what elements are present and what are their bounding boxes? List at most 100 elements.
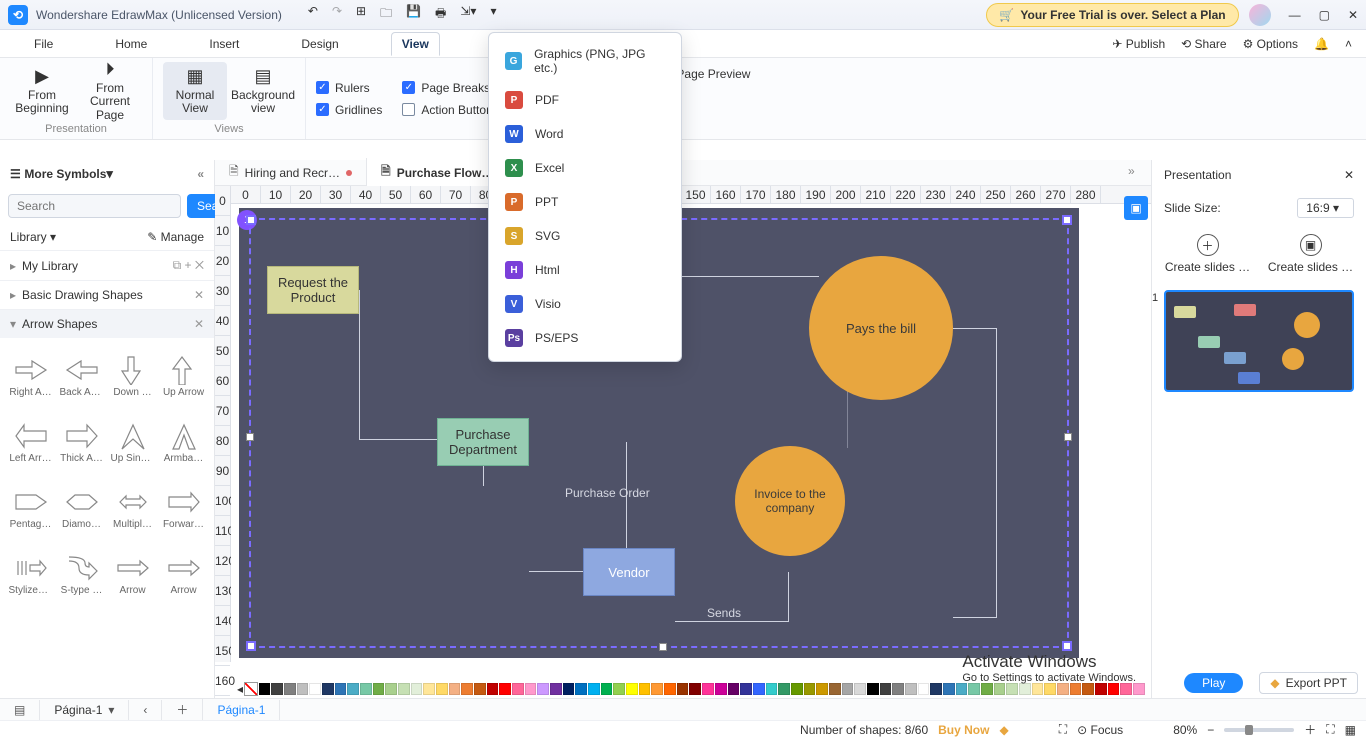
- shape-item[interactable]: Down …: [108, 344, 157, 408]
- minimize-button[interactable]: —: [1289, 8, 1301, 22]
- library-dropdown[interactable]: Library ▾: [10, 230, 56, 244]
- color-swatch[interactable]: [1120, 683, 1132, 695]
- trial-banner[interactable]: 🛒 Your Free Trial is over. Select a Plan: [986, 3, 1238, 27]
- fullscreen-icon[interactable]: ⛶: [1326, 722, 1334, 737]
- zoom-in-button[interactable]: ＋: [1304, 721, 1316, 738]
- shape-item[interactable]: Up Sing…: [108, 410, 157, 474]
- export-option[interactable]: PPPT: [489, 185, 681, 219]
- color-swatch[interactable]: [1032, 683, 1044, 695]
- color-swatch[interactable]: [651, 683, 663, 695]
- color-swatch[interactable]: [423, 683, 435, 695]
- export-option[interactable]: GGraphics (PNG, JPG etc.): [489, 39, 681, 83]
- action-buttons-checkbox[interactable]: Action Buttons: [402, 103, 498, 117]
- color-swatch[interactable]: [626, 683, 638, 695]
- color-swatch[interactable]: [499, 683, 511, 695]
- shape-item[interactable]: Arrow: [108, 542, 157, 606]
- color-swatch[interactable]: [702, 683, 714, 695]
- export-option[interactable]: VVisio: [489, 287, 681, 321]
- shape-item[interactable]: Right A…: [6, 344, 55, 408]
- color-swatch[interactable]: [563, 683, 575, 695]
- connector[interactable]: [659, 276, 819, 277]
- color-swatch[interactable]: [1082, 683, 1094, 695]
- color-swatch[interactable]: [854, 683, 866, 695]
- color-swatch[interactable]: [271, 683, 283, 695]
- color-swatch[interactable]: [588, 683, 600, 695]
- color-swatch[interactable]: [664, 683, 676, 695]
- shape-item[interactable]: Back Arr…: [57, 344, 106, 408]
- tab-design[interactable]: Design: [291, 33, 348, 55]
- page-tab-1[interactable]: Página-1: [203, 700, 280, 720]
- shape-item[interactable]: Multipl…: [108, 476, 157, 540]
- color-swatch[interactable]: [1108, 683, 1120, 695]
- color-swatch[interactable]: [575, 683, 587, 695]
- color-swatch[interactable]: [753, 683, 765, 695]
- color-swatch[interactable]: [639, 683, 651, 695]
- symbol-search-input[interactable]: [8, 194, 181, 218]
- export-option[interactable]: PPDF: [489, 83, 681, 117]
- color-swatch[interactable]: [385, 683, 397, 695]
- gridlines-checkbox[interactable]: Gridlines: [316, 103, 382, 117]
- color-swatch[interactable]: [892, 683, 904, 695]
- layers-icon[interactable]: ▤: [0, 700, 40, 720]
- node-vendor[interactable]: Vendor: [583, 548, 675, 596]
- color-swatch[interactable]: [550, 683, 562, 695]
- color-swatch[interactable]: [804, 683, 816, 695]
- node-purchase-department[interactable]: Purchase Department: [437, 418, 529, 466]
- color-swatch[interactable]: [411, 683, 423, 695]
- color-swatch[interactable]: [968, 683, 980, 695]
- color-swatch[interactable]: [436, 683, 448, 695]
- shape-item[interactable]: Stylized…: [6, 542, 55, 606]
- print-icon[interactable]: 🖶: [435, 4, 446, 25]
- color-swatch[interactable]: [1057, 683, 1069, 695]
- color-swatch[interactable]: [1133, 683, 1145, 695]
- color-swatch[interactable]: [512, 683, 524, 695]
- color-swatch[interactable]: [994, 683, 1006, 695]
- save-icon[interactable]: 💾: [406, 4, 421, 25]
- color-swatch[interactable]: [766, 683, 778, 695]
- node-request-product[interactable]: Request the Product: [267, 266, 359, 314]
- connector[interactable]: [483, 466, 484, 486]
- notifications-icon[interactable]: 🔔: [1314, 37, 1329, 51]
- expand-panel-icon[interactable]: »: [1128, 164, 1148, 184]
- color-swatch[interactable]: [461, 683, 473, 695]
- color-prev-icon[interactable]: ◂: [237, 682, 243, 696]
- tab-insert[interactable]: Insert: [199, 33, 249, 55]
- color-swatch[interactable]: [525, 683, 537, 695]
- connector[interactable]: [953, 328, 997, 618]
- color-swatch[interactable]: [867, 683, 879, 695]
- focus-button[interactable]: ⊙ Focus: [1077, 723, 1123, 737]
- color-swatch[interactable]: [778, 683, 790, 695]
- manage-library-button[interactable]: ✎ Manage: [147, 230, 204, 244]
- color-swatch[interactable]: [1019, 683, 1031, 695]
- color-swatch[interactable]: [791, 683, 803, 695]
- from-current-button[interactable]: ⏵From Current Page: [78, 62, 142, 120]
- close-panel-icon[interactable]: ✕: [1344, 168, 1354, 182]
- color-swatch[interactable]: [740, 683, 752, 695]
- color-swatch[interactable]: [689, 683, 701, 695]
- close-button[interactable]: ✕: [1348, 8, 1358, 22]
- color-swatch[interactable]: [335, 683, 347, 695]
- panels-icon[interactable]: ▦: [1345, 723, 1356, 737]
- color-swatch[interactable]: [297, 683, 309, 695]
- color-swatch[interactable]: [322, 683, 334, 695]
- export-option[interactable]: XExcel: [489, 151, 681, 185]
- canvas[interactable]: 1 Request the Product Purchase Departmen…: [231, 204, 1151, 662]
- shape-item[interactable]: Thick A…: [57, 410, 106, 474]
- shape-item[interactable]: Up Arrow: [159, 344, 208, 408]
- rulers-checkbox[interactable]: Rulers: [316, 81, 382, 95]
- color-swatch[interactable]: [449, 683, 461, 695]
- node-invoice[interactable]: Invoice to the company: [735, 446, 845, 556]
- color-swatch[interactable]: [1070, 683, 1082, 695]
- doctab-hiring[interactable]: 🗎 Hiring and Recr…: [215, 158, 367, 187]
- color-swatch[interactable]: [284, 683, 296, 695]
- color-swatch[interactable]: [728, 683, 740, 695]
- shape-item[interactable]: S-type …: [57, 542, 106, 606]
- export-ppt-button[interactable]: ◆Export PPT: [1259, 672, 1358, 694]
- zoom-slider[interactable]: [1224, 728, 1294, 732]
- color-swatch[interactable]: [474, 683, 486, 695]
- color-swatch[interactable]: [487, 683, 499, 695]
- export-option[interactable]: SSVG: [489, 219, 681, 253]
- color-swatch[interactable]: [943, 683, 955, 695]
- color-swatch[interactable]: [981, 683, 993, 695]
- more-icon[interactable]: ▾: [490, 4, 496, 25]
